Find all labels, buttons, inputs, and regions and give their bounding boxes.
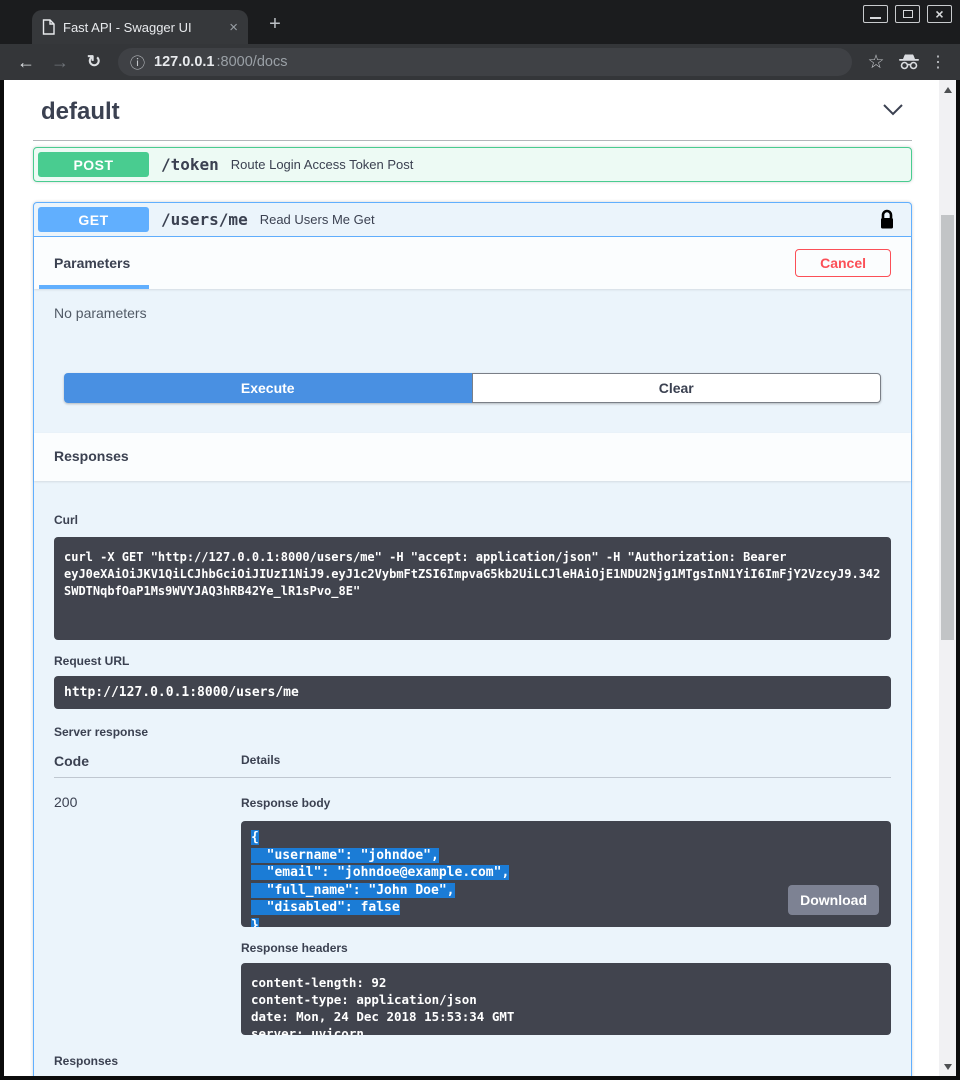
browser-tab[interactable]: Fast API - Swagger UI × xyxy=(32,10,248,44)
maximize-icon xyxy=(903,10,913,18)
request-url-value: http://127.0.0.1:8000/users/me xyxy=(54,676,891,709)
endpoint-summary: Read Users Me Get xyxy=(260,212,879,227)
window-controls: × xyxy=(863,5,952,23)
new-tab-button[interactable]: + xyxy=(262,11,288,37)
opblock-summary[interactable]: GET /users/me Read Users Me Get xyxy=(34,203,911,237)
reload-icon[interactable]: ↻ xyxy=(78,52,110,72)
close-button[interactable]: × xyxy=(927,5,952,23)
page-viewport: default POST /token Route Login Access T… xyxy=(4,80,956,1076)
tab-strip: Fast API - Swagger UI × + × xyxy=(0,0,960,44)
section-header[interactable]: default xyxy=(33,94,912,141)
lock-icon[interactable] xyxy=(879,209,895,230)
request-url-label: Request URL xyxy=(54,654,891,668)
cancel-button[interactable]: Cancel xyxy=(795,249,891,277)
parameters-body: No parameters Execute Clear xyxy=(34,289,911,433)
tab-close-icon[interactable]: × xyxy=(229,20,238,35)
address-bar[interactable]: ⓘ 127.0.0.1 :8000/docs xyxy=(118,48,852,76)
maximize-button[interactable] xyxy=(895,5,920,23)
back-icon[interactable]: ← xyxy=(10,52,42,73)
incognito-icon xyxy=(894,54,924,70)
bookmark-star-icon[interactable]: ☆ xyxy=(860,51,892,74)
method-badge-get: GET xyxy=(38,207,149,232)
details-column-header: Details xyxy=(241,753,891,769)
tab-title: Fast API - Swagger UI xyxy=(63,20,221,35)
scroll-up-arrow[interactable] xyxy=(939,82,956,97)
response-details: Response body { "username": "johndoe", "… xyxy=(241,794,891,1035)
browser-window: Fast API - Swagger UI × + × ← → ↻ ⓘ 127.… xyxy=(0,0,960,1080)
code-column-header: Code xyxy=(54,753,241,769)
response-body-json: { "username": "johndoe", "email": "johnd… xyxy=(251,830,509,927)
curl-label: Curl xyxy=(54,513,78,527)
browser-toolbar: ← → ↻ ⓘ 127.0.0.1 :8000/docs ☆ ⋮ xyxy=(0,44,960,80)
execute-row: Execute Clear xyxy=(64,373,881,403)
documented-responses-label: Responses xyxy=(54,1054,891,1068)
section-title: default xyxy=(41,98,120,126)
page-icon xyxy=(42,19,55,35)
forward-icon: → xyxy=(44,52,76,73)
clear-button[interactable]: Clear xyxy=(472,373,882,403)
endpoint-summary: Route Login Access Token Post xyxy=(231,157,907,172)
scrollbar[interactable] xyxy=(939,80,956,1076)
status-code: 200 xyxy=(54,794,241,1035)
chevron-down-icon[interactable] xyxy=(882,103,904,121)
active-tab-indicator xyxy=(39,285,149,289)
opblock-get-users-me: GET /users/me Read Users Me Get Paramete… xyxy=(33,202,912,1076)
server-response-table-header: Code Details xyxy=(54,753,891,778)
tab-parameters[interactable]: Parameters xyxy=(54,255,130,271)
no-parameters-text: No parameters xyxy=(54,305,891,321)
opblock-summary[interactable]: POST /token Route Login Access Token Pos… xyxy=(34,148,911,181)
menu-icon[interactable]: ⋮ xyxy=(926,52,950,72)
minimize-button[interactable] xyxy=(863,5,888,23)
responses-body: Curl curl -X GET "http://127.0.0.1:8000/… xyxy=(34,481,911,1076)
execute-button[interactable]: Execute xyxy=(64,373,472,403)
endpoint-path: /users/me xyxy=(161,210,248,229)
swagger-page: default POST /token Route Login Access T… xyxy=(4,80,939,1076)
scroll-down-arrow[interactable] xyxy=(939,1059,956,1074)
response-body-label: Response body xyxy=(241,796,330,810)
endpoint-path: /token xyxy=(161,155,219,174)
response-headers-label: Response headers xyxy=(241,941,891,955)
url-host: 127.0.0.1 xyxy=(154,54,214,70)
responses-section-header: Responses xyxy=(34,433,911,481)
response-body-block: { "username": "johndoe", "email": "johnd… xyxy=(241,821,891,927)
method-badge-post: POST xyxy=(38,152,149,177)
server-response-label: Server response xyxy=(54,725,891,739)
server-response-row: 200 Response body { "username": "johndoe… xyxy=(54,778,891,1035)
url-path: :8000/docs xyxy=(217,54,288,70)
response-headers-block: content-length: 92 content-type: applica… xyxy=(241,963,891,1035)
download-button[interactable]: Download xyxy=(788,885,879,915)
info-icon[interactable]: ⓘ xyxy=(130,52,145,73)
minimize-icon xyxy=(870,17,881,19)
curl-command: curl -X GET "http://127.0.0.1:8000/users… xyxy=(54,537,891,640)
close-icon: × xyxy=(935,7,943,21)
opblock-post-token: POST /token Route Login Access Token Pos… xyxy=(33,147,912,182)
parameters-header: Parameters Cancel xyxy=(34,237,911,289)
scrollbar-thumb[interactable] xyxy=(941,215,954,640)
